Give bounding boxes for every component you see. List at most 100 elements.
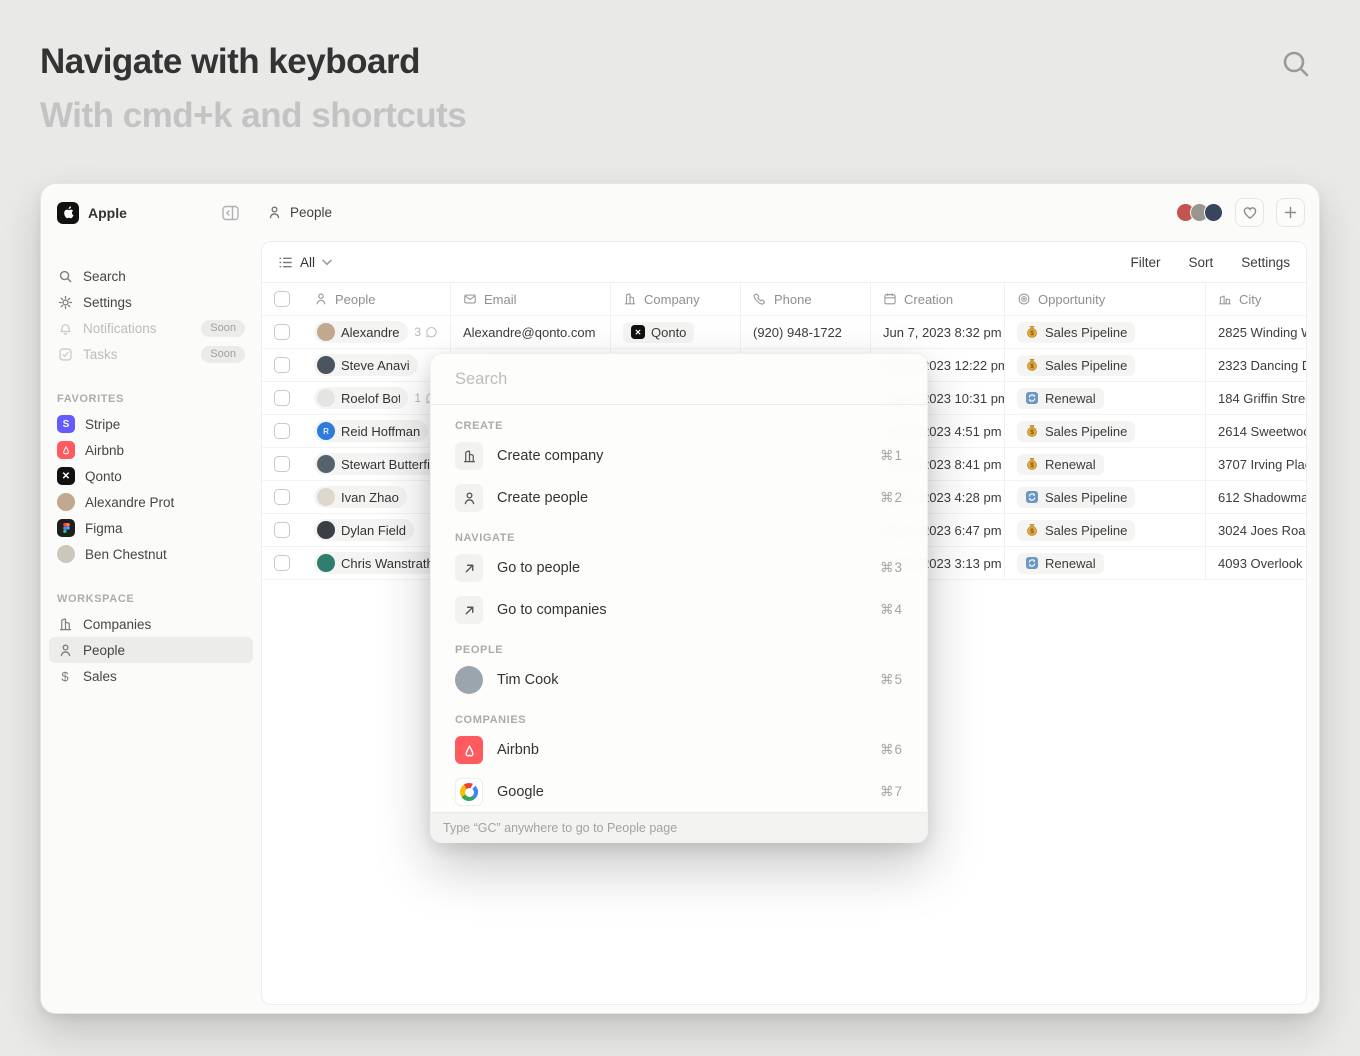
palette-search-input[interactable] [455,370,903,389]
view-selector[interactable]: All [278,255,332,270]
city-cell[interactable]: 3707 Irving Place [1205,448,1307,480]
figma-logo-icon [57,519,75,537]
palette-item-airbnb[interactable]: Airbnb ⌘6 [455,729,903,771]
person-chip[interactable]: Alexandre Prot [314,321,408,343]
workspace-switcher[interactable]: Apple [41,202,261,224]
avatar [317,389,335,407]
city-cell[interactable]: 4093 Overlook [1205,547,1307,579]
row-checkbox[interactable] [274,489,290,505]
column-header-email[interactable]: Email [450,283,610,315]
add-button[interactable] [1276,198,1305,227]
opportunity-chip[interactable]: $ Sales Pipeline [1017,520,1135,541]
opportunity-cell: $ Renewal [1004,448,1205,480]
breadcrumb-label: People [290,205,332,220]
row-checkbox[interactable] [274,357,290,373]
sidebar-item-notifications: Notifications Soon [49,315,253,341]
avatar [455,666,483,694]
sidebar-item-label: People [83,643,125,658]
header-actions [1176,198,1319,227]
opportunity-chip[interactable]: $ Sales Pipeline [1017,355,1135,376]
sidebar-item-alexandre-prot[interactable]: Alexandre Prot [49,489,253,515]
table-row[interactable]: Alexandre Prot 3 Alexandre@qonto.com ✕ Q… [262,316,1306,349]
row-checkbox[interactable] [274,390,290,406]
column-header-people[interactable]: People [302,283,450,315]
person-chip[interactable]: Dylan Field [314,519,414,541]
workspace-section-label: WORKSPACE [49,593,253,605]
phone-cell[interactable]: (920) 948-1722 [740,316,870,348]
city-cell[interactable]: 184 Griffin Street [1205,382,1307,414]
collaborator-avatars[interactable] [1176,203,1223,222]
person-chip[interactable]: Steve Anavi [314,354,418,376]
city-cell[interactable]: 2323 Dancing Dove [1205,349,1307,381]
row-checkbox[interactable] [274,555,290,571]
column-header-phone[interactable]: Phone [740,283,870,315]
stripe-logo-icon: S [57,415,75,433]
city-cell[interactable]: 612 Shadowman [1205,481,1307,513]
creation-cell[interactable]: Jun 7, 2023 8:32 pm [870,316,1004,348]
email-cell[interactable]: Alexandre@qonto.com [450,316,610,348]
city-cell[interactable]: 2614 Sweetwood [1205,415,1307,447]
favorite-label: Airbnb [85,443,124,458]
shortcut-hint: ⌘4 [880,602,903,618]
sidebar-item-people[interactable]: People [49,637,253,663]
opportunity-chip[interactable]: $ Sales Pipeline [1017,421,1135,442]
qonto-logo-icon: ✕ [631,325,645,339]
person-chip[interactable]: Ivan Zhao [314,486,407,508]
row-checkbox[interactable] [274,456,290,472]
sidebar-item-settings[interactable]: Settings [49,289,253,315]
sidebar-item-qonto[interactable]: ✕ Qonto [49,463,253,489]
avatar [317,323,335,341]
sidebar-item-search[interactable]: Search [49,263,253,289]
person-chip[interactable]: Chris Wanstrath [314,552,438,574]
row-checkbox[interactable] [274,423,290,439]
sort-button[interactable]: Sort [1188,255,1213,270]
gear-icon [57,295,73,310]
people-cell: Dylan Field [302,514,450,546]
people-cell: Chris Wanstrath [302,547,450,579]
opportunity-chip[interactable]: $ Renewal [1017,454,1104,475]
arrow-up-right-icon [455,596,483,624]
row-checkbox[interactable] [274,324,290,340]
sidebar-item-airbnb[interactable]: Airbnb [49,437,253,463]
city-cell[interactable]: 2825 Winding Way [1205,316,1307,348]
row-checkbox[interactable] [274,522,290,538]
search-icon[interactable] [1278,46,1314,82]
opportunity-chip[interactable]: Renewal [1017,388,1104,409]
person-chip[interactable]: R Reid Hoffman [314,420,428,442]
sidebar-item-stripe[interactable]: S Stripe [49,411,253,437]
sidebar-collapse-icon[interactable] [222,205,239,220]
opportunity-cell: $ Sales Pipeline [1004,316,1205,348]
breadcrumb[interactable]: People [267,205,332,220]
palette-item-create-people[interactable]: Create people ⌘2 [455,477,903,519]
settings-button[interactable]: Settings [1241,255,1290,270]
palette-item-google[interactable]: Google ⌘7 [455,771,903,813]
city-cell[interactable]: 3024 Joes Road [1205,514,1307,546]
column-header-company[interactable]: Company [610,283,740,315]
favorite-label: Ben Chestnut [85,547,167,562]
opportunity-chip[interactable]: Renewal [1017,553,1104,574]
opportunity-chip[interactable]: $ Sales Pipeline [1017,322,1135,343]
palette-item-create-company[interactable]: Create company ⌘1 [455,435,903,477]
select-all-checkbox[interactable] [274,291,290,307]
chevron-down-icon [322,259,332,266]
palette-item-go-to-people[interactable]: Go to people ⌘3 [455,547,903,589]
filter-button[interactable]: Filter [1130,255,1160,270]
opportunity-cell: $ Sales Pipeline [1004,415,1205,447]
person-chip[interactable]: Roelof Botha [314,387,408,409]
sidebar-item-figma[interactable]: Figma [49,515,253,541]
column-header-creation[interactable]: Creation [870,283,1004,315]
palette-item-tim-cook[interactable]: Tim Cook ⌘5 [455,659,903,701]
sidebar-item-ben-chestnut[interactable]: Ben Chestnut [49,541,253,567]
opportunity-chip[interactable]: Sales Pipeline [1017,487,1135,508]
palette-item-go-to-companies[interactable]: Go to companies ⌘4 [455,589,903,631]
company-chip[interactable]: ✕ Qonto [623,322,694,343]
column-header-opportunity[interactable]: Opportunity [1004,283,1205,315]
sidebar-item-sales[interactable]: $ Sales [49,663,253,689]
view-name: All [300,255,315,270]
person-chip[interactable]: Stewart Butterfield [314,453,438,475]
moneybag-icon: $ [1025,523,1039,537]
target-icon [1017,292,1031,306]
column-header-city[interactable]: City [1205,283,1307,315]
favorite-button[interactable] [1235,198,1264,227]
sidebar-item-companies[interactable]: Companies [49,611,253,637]
